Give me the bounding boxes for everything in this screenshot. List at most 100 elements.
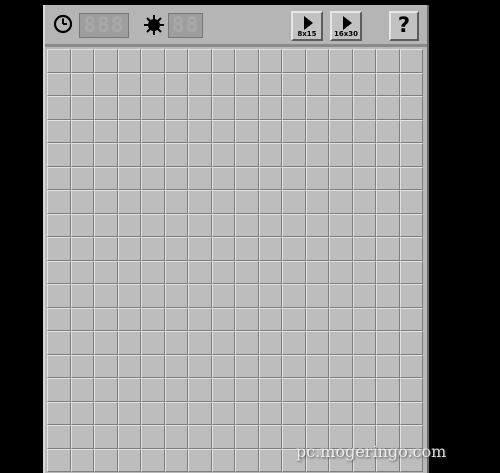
board-cell[interactable] [47, 190, 71, 214]
board-cell[interactable] [141, 354, 165, 378]
board-cell[interactable] [141, 331, 165, 355]
board-cell[interactable] [399, 72, 423, 96]
board-cell[interactable] [258, 354, 282, 378]
board-cell[interactable] [188, 190, 212, 214]
board-cell[interactable] [141, 448, 165, 472]
board-cell[interactable] [258, 49, 282, 73]
board-cell[interactable] [117, 331, 141, 355]
board-cell[interactable] [188, 213, 212, 237]
board-cell[interactable] [235, 354, 259, 378]
board-cell[interactable] [141, 307, 165, 331]
board-cell[interactable] [164, 143, 188, 167]
board-cell[interactable] [164, 72, 188, 96]
board-cell[interactable] [188, 401, 212, 425]
board-cell[interactable] [164, 166, 188, 190]
board-cell[interactable] [164, 354, 188, 378]
board-cell[interactable] [399, 119, 423, 143]
board-cell[interactable] [399, 49, 423, 73]
board-cell[interactable] [188, 307, 212, 331]
board-cell[interactable] [329, 260, 353, 284]
board-cell[interactable] [376, 143, 400, 167]
board-cell[interactable] [164, 307, 188, 331]
board-cell[interactable] [211, 401, 235, 425]
board-cell[interactable] [235, 260, 259, 284]
board-cell[interactable] [282, 401, 306, 425]
board-cell[interactable] [376, 166, 400, 190]
board-cell[interactable] [117, 401, 141, 425]
board-cell[interactable] [282, 260, 306, 284]
board-cell[interactable] [235, 166, 259, 190]
board-cell[interactable] [376, 307, 400, 331]
board-cell[interactable] [188, 448, 212, 472]
board-cell[interactable] [94, 401, 118, 425]
board-cell[interactable] [258, 143, 282, 167]
board-cell[interactable] [117, 143, 141, 167]
board-cell[interactable] [117, 354, 141, 378]
board-cell[interactable] [70, 425, 94, 449]
board-cell[interactable] [188, 425, 212, 449]
board-cell[interactable] [258, 166, 282, 190]
board-cell[interactable] [117, 166, 141, 190]
board-cell[interactable] [141, 284, 165, 308]
board-cell[interactable] [329, 307, 353, 331]
board-cell[interactable] [211, 354, 235, 378]
board-cell[interactable] [211, 213, 235, 237]
board-cell[interactable] [141, 425, 165, 449]
board-cell[interactable] [376, 237, 400, 261]
board-cell[interactable] [164, 425, 188, 449]
board-cell[interactable] [399, 378, 423, 402]
board-cell[interactable] [258, 213, 282, 237]
board-cell[interactable] [141, 237, 165, 261]
board-cell[interactable] [329, 284, 353, 308]
board-cell[interactable] [94, 96, 118, 120]
board-cell[interactable] [305, 166, 329, 190]
board-cell[interactable] [258, 72, 282, 96]
board-cell[interactable] [47, 354, 71, 378]
board-cell[interactable] [164, 119, 188, 143]
board-cell[interactable] [258, 96, 282, 120]
board-cell[interactable] [352, 213, 376, 237]
board-cell[interactable] [305, 284, 329, 308]
board-cell[interactable] [211, 119, 235, 143]
board-cell[interactable] [352, 119, 376, 143]
board-cell[interactable] [352, 72, 376, 96]
board-cell[interactable] [352, 260, 376, 284]
board-cell[interactable] [235, 378, 259, 402]
board-cell[interactable] [282, 143, 306, 167]
board-cell[interactable] [47, 378, 71, 402]
board-cell[interactable] [47, 448, 71, 472]
board-cell[interactable] [164, 96, 188, 120]
board-cell[interactable] [376, 354, 400, 378]
board-cell[interactable] [188, 49, 212, 73]
board-cell[interactable] [94, 237, 118, 261]
board-cell[interactable] [329, 190, 353, 214]
board-cell[interactable] [47, 96, 71, 120]
board-cell[interactable] [164, 331, 188, 355]
board-cell[interactable] [329, 237, 353, 261]
board-cell[interactable] [164, 49, 188, 73]
board-cell[interactable] [94, 331, 118, 355]
board-cell[interactable] [258, 448, 282, 472]
board-cell[interactable] [352, 237, 376, 261]
board-cell[interactable] [329, 401, 353, 425]
board-cell[interactable] [376, 96, 400, 120]
board-cell[interactable] [117, 307, 141, 331]
board-cell[interactable] [376, 331, 400, 355]
board-cell[interactable] [376, 49, 400, 73]
board-cell[interactable] [188, 96, 212, 120]
board-cell[interactable] [47, 72, 71, 96]
board-cell[interactable] [329, 143, 353, 167]
board-cell[interactable] [235, 119, 259, 143]
board-cell[interactable] [235, 401, 259, 425]
board-cell[interactable] [117, 260, 141, 284]
board-cell[interactable] [70, 237, 94, 261]
board-cell[interactable] [94, 260, 118, 284]
board-cell[interactable] [282, 331, 306, 355]
board-cell[interactable] [47, 143, 71, 167]
board-cell[interactable] [94, 190, 118, 214]
board-cell[interactable] [188, 260, 212, 284]
board-cell[interactable] [70, 143, 94, 167]
board-cell[interactable] [352, 401, 376, 425]
board-cell[interactable] [305, 190, 329, 214]
board-cell[interactable] [399, 213, 423, 237]
